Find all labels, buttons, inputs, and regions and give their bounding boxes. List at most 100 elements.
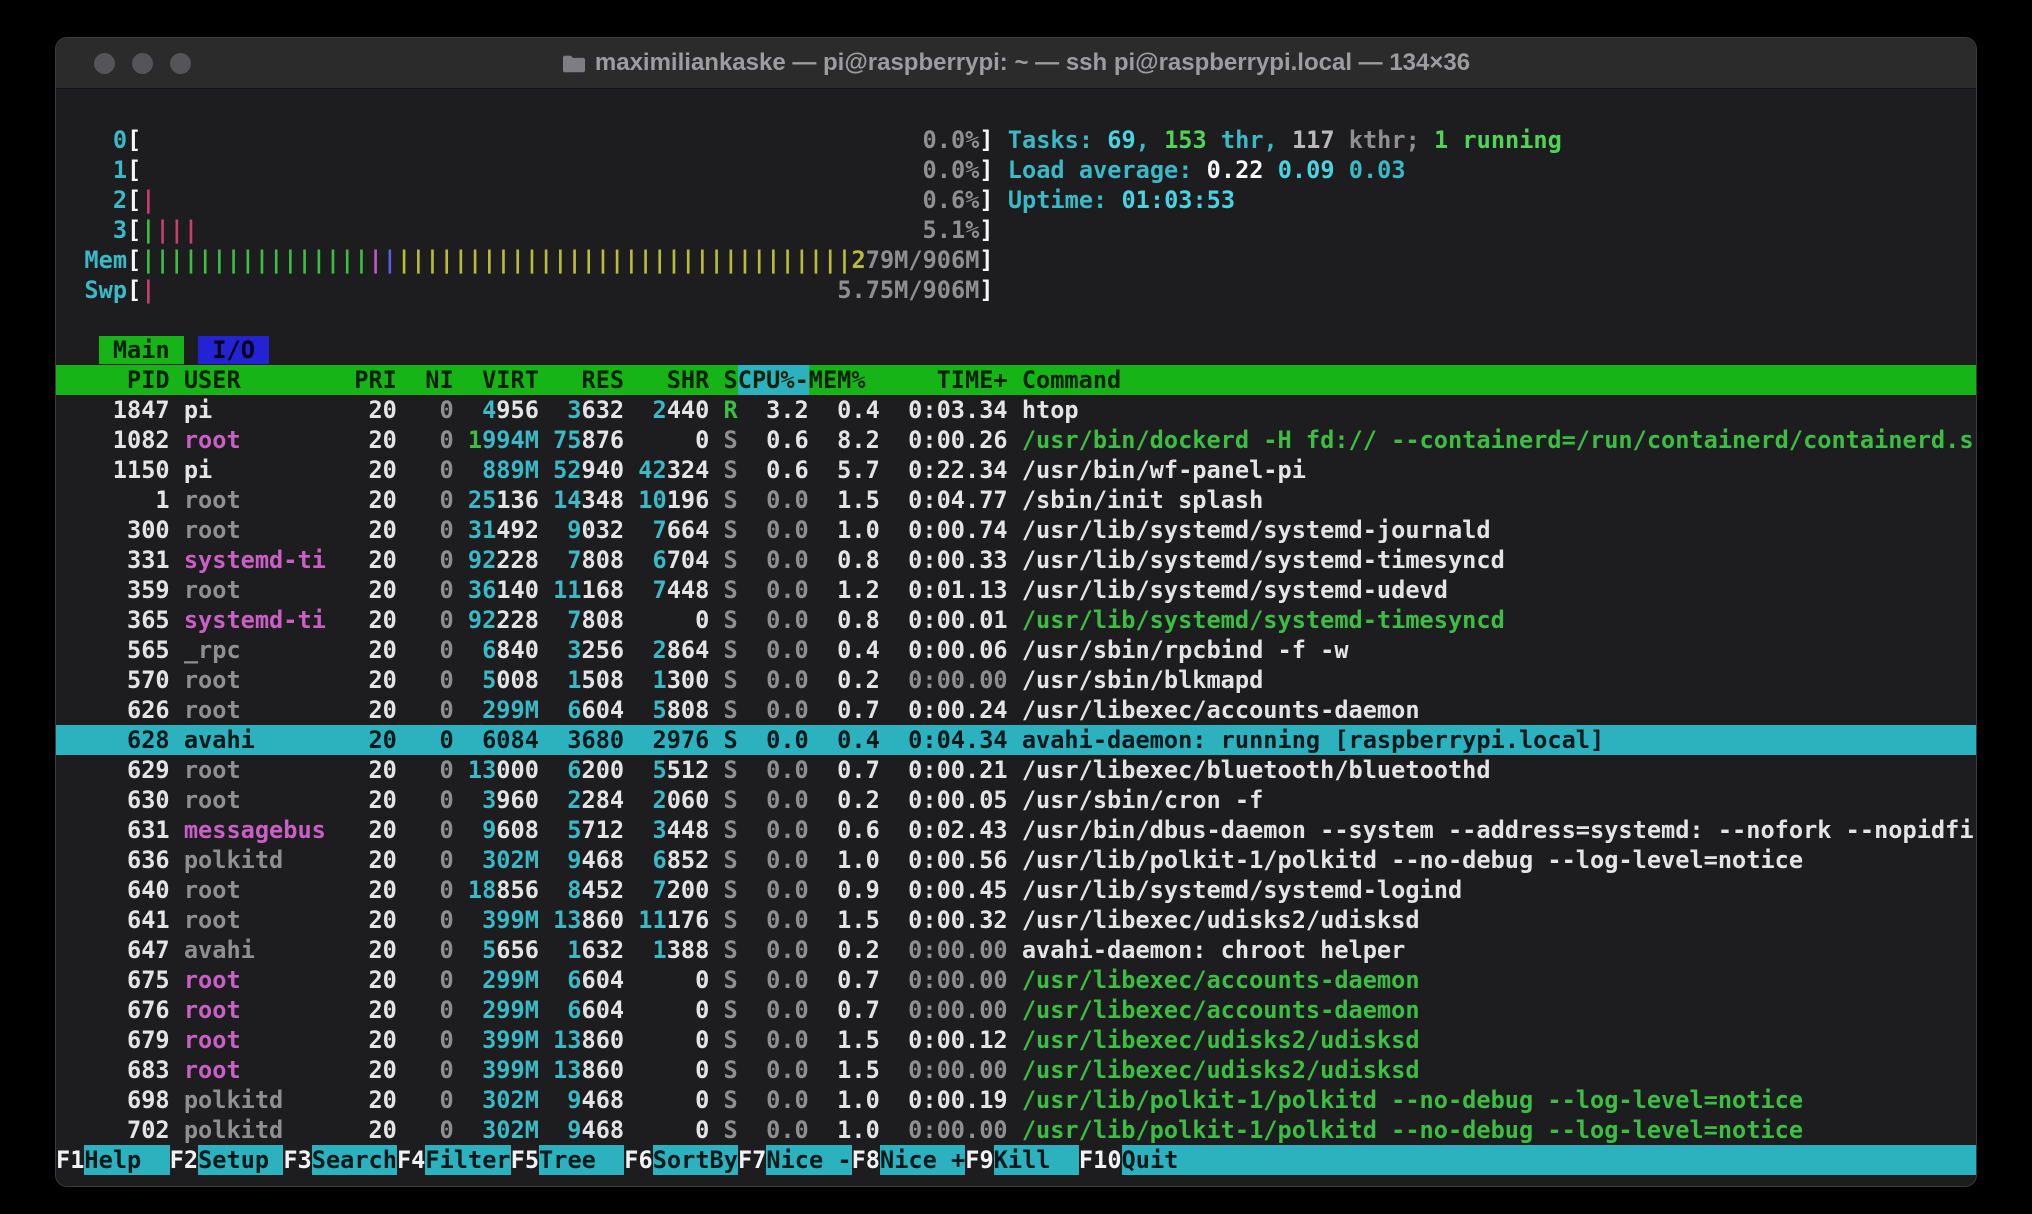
cell-user: root (184, 665, 326, 695)
cell-shr-part: 0 (695, 1115, 709, 1145)
cell-time: 0:00.00 (880, 965, 1008, 995)
process-row-300[interactable]: 300 root2003149290327664S0.01.00:00.74 /… (56, 515, 1976, 545)
process-row-647[interactable]: 647 avahi200565616321388S0.00.20:00.00 a… (56, 935, 1976, 965)
process-row-570[interactable]: 570 root200500815081300S0.00.20:00.00 /u… (56, 665, 1976, 695)
column-header-user[interactable]: USER (184, 365, 326, 395)
column-header-ni[interactable]: NI (397, 365, 454, 395)
fkey-F9-label[interactable]: Kill (994, 1145, 1079, 1175)
desktop: maximiliankaske — pi@raspberrypi: ~ — ss… (0, 0, 2032, 1214)
process-row-1150[interactable]: 1150 pi200889M5294042324S0.65.70:22.34 /… (56, 455, 1976, 485)
cell-gap (170, 665, 184, 695)
fkey-F1-label[interactable]: Help (84, 1145, 169, 1175)
process-row-1[interactable]: 1 root200251361434810196S0.01.50:04.77 /… (56, 485, 1976, 515)
cell-pid: 702 (56, 1115, 170, 1145)
tab-main[interactable]: Main (99, 336, 184, 364)
titlebar[interactable]: maximiliankaske — pi@raspberrypi: ~ — ss… (56, 38, 1976, 89)
fkey-F7[interactable]: F7 (738, 1145, 766, 1175)
column-header-shr[interactable]: SHR (624, 365, 709, 395)
process-row-631[interactable]: 631 messagebus200960857123448S0.00.60:02… (56, 815, 1976, 845)
fkey-F7-label[interactable]: Nice - (766, 1145, 851, 1175)
process-row-702[interactable]: 702 polkitd200302M94680S0.01.00:00.00 /u… (56, 1115, 1976, 1145)
column-header-virt[interactable]: VIRT (454, 365, 539, 395)
process-row-679[interactable]: 679 root200399M138600S0.01.50:00.12 /usr… (56, 1025, 1976, 1055)
cell-state: S (709, 1055, 737, 1085)
process-row-636[interactable]: 636 polkitd200302M94686852S0.01.00:00.56… (56, 845, 1976, 875)
cell-virt-part: 6084 (482, 725, 539, 755)
zoom-button[interactable] (170, 53, 191, 74)
close-button[interactable] (94, 53, 115, 74)
column-header-state[interactable]: S (709, 365, 737, 395)
cell-priority: 20 (326, 905, 397, 935)
process-row-683[interactable]: 683 root200399M138600S0.01.50:00.00 /usr… (56, 1055, 1976, 1085)
process-row-359[interactable]: 359 root20036140111687448S0.01.20:01.13 … (56, 575, 1976, 605)
cell-cpu-percent: 0.0 (738, 965, 809, 995)
cell-cpu-percent: 0.0 (738, 575, 809, 605)
process-row-630[interactable]: 630 root200396022842060S0.00.20:00.05 /u… (56, 785, 1976, 815)
minimize-button[interactable] (132, 53, 153, 74)
process-row-565[interactable]: 565 _rpc200684032562864S0.00.40:00.06 /u… (56, 635, 1976, 665)
header-gap (170, 365, 184, 395)
fkey-F8[interactable]: F8 (852, 1145, 880, 1175)
cell-user: systemd-ti (184, 605, 326, 635)
fkey-F4[interactable]: F4 (397, 1145, 425, 1175)
column-header-command[interactable]: Command (1022, 365, 1976, 395)
process-row-641[interactable]: 641 root200399M1386011176S0.01.50:00.32 … (56, 905, 1976, 935)
column-header-pid[interactable]: PID (56, 365, 170, 395)
meter-close-bracket: ] (979, 186, 993, 214)
cell-res-part: 632 (582, 395, 625, 425)
process-row-1847[interactable]: 1847 pi200495636322440R3.20.40:03.34 hto… (56, 395, 1976, 425)
cell-user: polkitd (184, 845, 326, 875)
fkey-F5-label[interactable]: Tree (539, 1145, 624, 1175)
process-row-675[interactable]: 675 root200299M66040S0.00.70:00.00 /usr/… (56, 965, 1976, 995)
cell-shr-part: 196 (667, 485, 710, 515)
process-row-1082[interactable]: 1082 root2001994M758760S0.68.20:00.26 /u… (56, 425, 1976, 455)
cell-shr-part: 5 (653, 695, 667, 725)
column-header-time[interactable]: TIME+ (880, 365, 1008, 395)
cell-res: 6200 (539, 755, 624, 785)
cell-shr: 0 (624, 965, 709, 995)
cell-state: S (709, 515, 737, 545)
fkey-F6-label[interactable]: SortBy (653, 1145, 738, 1175)
fkey-F1[interactable]: F1 (56, 1145, 84, 1175)
column-header-pri[interactable]: PRI (326, 365, 397, 395)
fkey-F6[interactable]: F6 (624, 1145, 652, 1175)
process-row-698[interactable]: 698 polkitd200302M94680S0.01.00:00.19 /u… (56, 1085, 1976, 1115)
memory-meter-bar-yellow: |||||||||||||||||||||||||||||||| (397, 246, 852, 274)
column-header-cpu-sorted[interactable]: CPU%- (738, 365, 809, 395)
cell-virt: 18856 (454, 875, 539, 905)
column-header-res[interactable]: RES (539, 365, 624, 395)
cell-virt: 399M (454, 1055, 539, 1085)
cell-user: root (184, 1055, 326, 1085)
process-row-365[interactable]: 365 systemd-ti2009222878080S0.00.80:00.0… (56, 605, 1976, 635)
process-row-676[interactable]: 676 root200299M66040S0.00.70:00.00 /usr/… (56, 995, 1976, 1025)
cell-shr-part: 0 (695, 965, 709, 995)
fkey-F3-label[interactable]: Search (312, 1145, 397, 1175)
cell-cpu-percent: 0.0 (738, 755, 809, 785)
fkey-F4-label[interactable]: Filter (425, 1145, 510, 1175)
tab-io[interactable]: I/O (198, 336, 269, 364)
fkey-F3[interactable]: F3 (283, 1145, 311, 1175)
cell-res: 3632 (539, 395, 624, 425)
cell-time: 0:22.34 (880, 455, 1008, 485)
cell-shr: 7448 (624, 575, 709, 605)
column-header-mem[interactable]: MEM% (809, 365, 880, 395)
process-row-331[interactable]: 331 systemd-ti2009222878086704S0.00.80:0… (56, 545, 1976, 575)
cell-command: /usr/bin/dbus-daemon --system --address=… (1022, 815, 1976, 845)
fkey-F2-label[interactable]: Setup (198, 1145, 283, 1175)
process-row-626[interactable]: 626 root200299M66045808S0.00.70:00.24 /u… (56, 695, 1976, 725)
process-row-629[interactable]: 629 root2001300062005512S0.00.70:00.21 /… (56, 755, 1976, 785)
cell-gap (170, 875, 184, 905)
cell-user: polkitd (184, 1085, 326, 1115)
cell-virt: 302M (454, 1115, 539, 1145)
process-row-selected-628[interactable]: 628 avahi200608436802976S0.00.40:04.34 a… (56, 725, 1976, 755)
cell-user: root (184, 485, 326, 515)
fkey-F8-label[interactable]: Nice + (880, 1145, 965, 1175)
fkey-F10-label[interactable]: Quit (1122, 1145, 1179, 1175)
process-row-640[interactable]: 640 root2001885684527200S0.00.90:00.45 /… (56, 875, 1976, 905)
fkey-F2[interactable]: F2 (170, 1145, 198, 1175)
fkey-F10[interactable]: F10 (1079, 1145, 1122, 1175)
fkey-F5[interactable]: F5 (511, 1145, 539, 1175)
cell-user: _rpc (184, 635, 326, 665)
fkey-F9[interactable]: F9 (965, 1145, 993, 1175)
cell-command: /usr/lib/systemd/systemd-logind (1022, 875, 1976, 905)
